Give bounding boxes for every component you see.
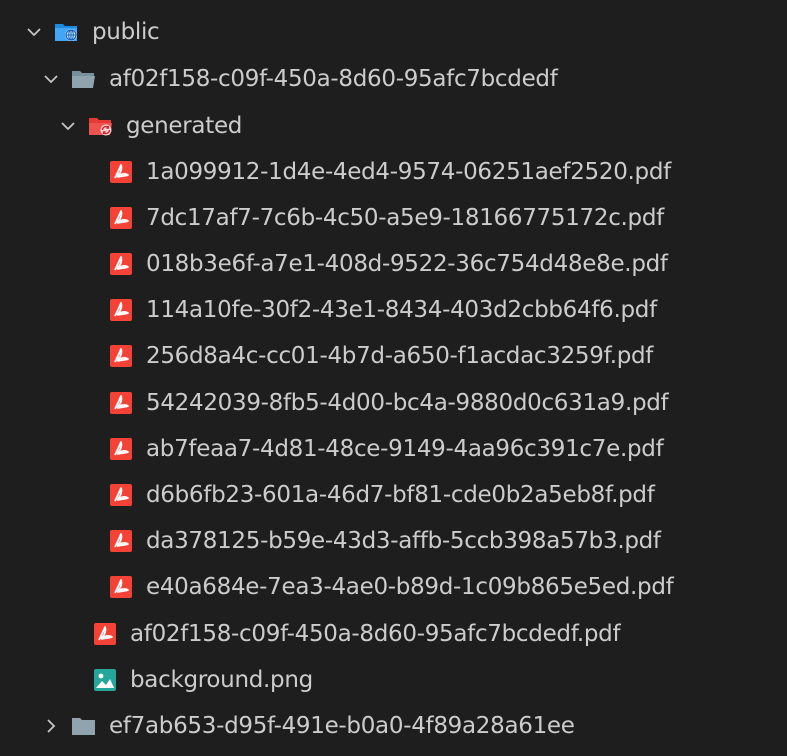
folder-public-open-icon xyxy=(54,20,80,44)
tree-file-pdf[interactable]: e40a684e-7ea3-4ae0-b89d-1c09b865e5ed.pdf xyxy=(0,567,787,607)
tree-file-label: 114a10fe-30f2-43e1-8434-403d2cbb64f6.pdf xyxy=(146,297,657,323)
tree-file-label: d6b6fb23-601a-46d7-bf81-cde0b2a5eb8f.pdf xyxy=(146,482,655,508)
tree-file-label: af02f158-c09f-450a-8d60-95afc7bcdedf.pdf xyxy=(130,621,621,647)
tree-folder-generated[interactable]: generated xyxy=(0,106,787,146)
chevron-down-icon[interactable] xyxy=(24,22,44,42)
tree-file-pdf[interactable]: 7dc17af7-7c6b-4c50-a5e9-18166775172c.pdf xyxy=(0,198,787,238)
tree-folder-public[interactable]: public xyxy=(0,12,787,52)
pdf-icon xyxy=(108,483,134,507)
tree-folder-af02[interactable]: af02f158-c09f-450a-8d60-95afc7bcdedf xyxy=(0,59,787,99)
tree-file-label: 54242039-8fb5-4d00-bc4a-9880d0c631a9.pdf xyxy=(146,390,669,416)
pdf-icon xyxy=(108,298,134,322)
tree-file-pdf[interactable]: 256d8a4c-cc01-4b7d-a650-f1acdac3259f.pdf xyxy=(0,336,787,376)
tree-file-pdf[interactable]: af02f158-c09f-450a-8d60-95afc7bcdedf.pdf xyxy=(0,614,787,654)
tree-file-label: da378125-b59e-43d3-affb-5ccb398a57b3.pdf xyxy=(146,528,661,554)
tree-folder-label: generated xyxy=(126,113,243,139)
chevron-down-icon[interactable] xyxy=(41,69,61,89)
tree-folder-label: af02f158-c09f-450a-8d60-95afc7bcdedf xyxy=(109,66,558,92)
pdf-icon xyxy=(108,391,134,415)
tree-file-pdf[interactable]: 1a099912-1d4e-4ed4-9574-06251aef2520.pdf xyxy=(0,152,787,192)
tree-file-pdf[interactable]: da378125-b59e-43d3-affb-5ccb398a57b3.pdf xyxy=(0,521,787,561)
chevron-right-icon[interactable] xyxy=(41,716,61,736)
pdf-icon xyxy=(108,160,134,184)
tree-file-pdf[interactable]: 018b3e6f-a7e1-408d-9522-36c754d48e8e.pdf xyxy=(0,244,787,284)
pdf-icon xyxy=(92,622,118,646)
tree-file-label: ab7feaa7-4d81-48ce-9149-4aa96c391c7e.pdf xyxy=(146,436,664,462)
tree-file-label: 1a099912-1d4e-4ed4-9574-06251aef2520.pdf xyxy=(146,159,671,185)
folder-closed-icon xyxy=(71,714,97,738)
tree-folder-ef7a[interactable]: ef7ab653-d95f-491e-b0a0-4f89a28a61ee xyxy=(0,706,787,746)
tree-file-pdf[interactable]: d6b6fb23-601a-46d7-bf81-cde0b2a5eb8f.pdf xyxy=(0,475,787,515)
pdf-icon xyxy=(108,252,134,276)
file-explorer-tree: public af02f158-c09f-450a-8d60-95afc7bcd… xyxy=(0,0,787,756)
pdf-icon xyxy=(108,344,134,368)
image-icon xyxy=(92,668,118,692)
pdf-icon xyxy=(108,529,134,553)
tree-file-label: 018b3e6f-a7e1-408d-9522-36c754d48e8e.pdf xyxy=(146,251,668,277)
tree-file-label: background.png xyxy=(130,667,313,693)
tree-file-pdf[interactable]: ab7feaa7-4d81-48ce-9149-4aa96c391c7e.pdf xyxy=(0,429,787,469)
tree-folder-label: ef7ab653-d95f-491e-b0a0-4f89a28a61ee xyxy=(109,713,575,739)
tree-file-pdf[interactable]: 114a10fe-30f2-43e1-8434-403d2cbb64f6.pdf xyxy=(0,290,787,330)
folder-generated-open-icon xyxy=(88,114,114,138)
chevron-down-icon[interactable] xyxy=(58,116,78,136)
pdf-icon xyxy=(108,575,134,599)
tree-file-label: 7dc17af7-7c6b-4c50-a5e9-18166775172c.pdf xyxy=(146,205,664,231)
pdf-icon xyxy=(108,437,134,461)
tree-file-pdf[interactable]: 54242039-8fb5-4d00-bc4a-9880d0c631a9.pdf xyxy=(0,383,787,423)
folder-open-icon xyxy=(71,67,97,91)
tree-file-image[interactable]: background.png xyxy=(0,660,787,700)
tree-file-label: e40a684e-7ea3-4ae0-b89d-1c09b865e5ed.pdf xyxy=(146,574,674,600)
tree-folder-label: public xyxy=(92,19,160,45)
tree-file-label: 256d8a4c-cc01-4b7d-a650-f1acdac3259f.pdf xyxy=(146,343,654,369)
pdf-icon xyxy=(108,206,134,230)
